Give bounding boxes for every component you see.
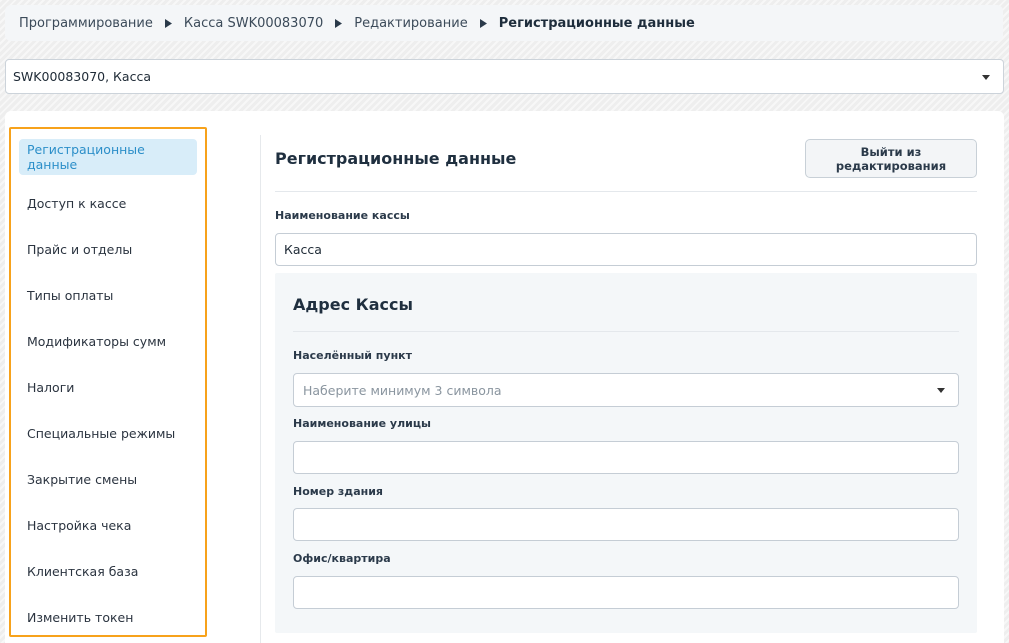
vertical-divider bbox=[260, 135, 261, 643]
settings-sidebar: Регистрационные данные Доступ к кассе Пр… bbox=[9, 127, 207, 637]
address-title: Адрес Кассы bbox=[293, 295, 413, 314]
sidebar-item-special-modes[interactable]: Специальные режимы bbox=[19, 415, 197, 451]
office-label: Офис/квартира bbox=[293, 552, 391, 565]
sidebar-item-label: Прайс и отделы bbox=[27, 241, 133, 257]
sidebar-item-change-token[interactable]: Изменить токен bbox=[19, 599, 197, 635]
sidebar-item-registration[interactable]: Регистрационные данные bbox=[19, 139, 197, 175]
caret-down-icon bbox=[937, 388, 945, 393]
content-card: Регистрационные данные Доступ к кассе Пр… bbox=[5, 111, 1004, 643]
device-select-value: SWK00083070, Касса bbox=[13, 69, 152, 84]
breadcrumb: Программирование Касса SWK00083070 Редак… bbox=[5, 5, 1003, 41]
sidebar-item-receipt-settings[interactable]: Настройка чека bbox=[19, 507, 197, 543]
chevron-right-icon bbox=[335, 18, 343, 28]
city-select-placeholder: Наберите минимум 3 символа bbox=[303, 382, 502, 398]
cash-name-input[interactable] bbox=[275, 233, 977, 266]
sidebar-item-label: Доступ к кассе bbox=[27, 195, 127, 211]
breadcrumb-device[interactable]: Касса SWK00083070 bbox=[184, 16, 323, 31]
sidebar-item-client-base[interactable]: Клиентская база bbox=[19, 553, 197, 589]
sidebar-item-taxes[interactable]: Налоги bbox=[19, 369, 197, 405]
sidebar-item-prices[interactable]: Прайс и отделы bbox=[19, 231, 197, 267]
sidebar-item-label: Закрытие смены bbox=[27, 471, 138, 487]
sidebar-item-label: Регистрационные данные bbox=[27, 142, 145, 172]
sidebar-item-shift-closing[interactable]: Закрытие смены bbox=[19, 461, 197, 497]
office-input[interactable] bbox=[293, 576, 959, 609]
breadcrumb-current: Регистрационные данные bbox=[498, 15, 695, 31]
exit-editing-button[interactable]: Выйти из редактирования bbox=[805, 139, 977, 178]
sidebar-item-label: Изменить токен bbox=[27, 609, 134, 625]
device-select[interactable]: SWK00083070, Касса bbox=[5, 59, 1004, 94]
city-label: Населённый пункт bbox=[293, 349, 413, 362]
main-panel: Регистрационные данные Выйти из редактир… bbox=[275, 111, 978, 643]
sidebar-item-label: Модификаторы сумм bbox=[27, 333, 167, 349]
street-input[interactable] bbox=[293, 441, 959, 474]
chevron-right-icon bbox=[479, 18, 487, 28]
title-divider bbox=[275, 191, 977, 192]
caret-down-icon bbox=[982, 75, 990, 80]
building-input[interactable] bbox=[293, 508, 959, 541]
breadcrumb-programming[interactable]: Программирование bbox=[19, 16, 153, 31]
sidebar-item-label: Клиентская база bbox=[27, 563, 139, 579]
sidebar-item-modifiers[interactable]: Модификаторы сумм bbox=[19, 323, 197, 359]
page-title: Регистрационные данные bbox=[275, 149, 517, 168]
city-select[interactable]: Наберите минимум 3 символа bbox=[293, 373, 959, 407]
address-divider bbox=[293, 331, 959, 332]
building-label: Номер здания bbox=[293, 485, 383, 498]
sidebar-item-label: Специальные режимы bbox=[27, 425, 176, 441]
sidebar-item-access[interactable]: Доступ к кассе bbox=[19, 185, 197, 221]
sidebar-item-label: Налоги bbox=[27, 379, 75, 395]
sidebar-item-payment-types[interactable]: Типы оплаты bbox=[19, 277, 197, 313]
cash-name-label: Наименование кассы bbox=[275, 209, 410, 222]
street-label: Наименование улицы bbox=[293, 417, 431, 430]
sidebar-item-label: Настройка чека bbox=[27, 517, 132, 533]
sidebar-item-label: Типы оплаты bbox=[27, 287, 114, 303]
chevron-right-icon bbox=[164, 18, 172, 28]
breadcrumb-editing[interactable]: Редактирование bbox=[354, 16, 467, 31]
